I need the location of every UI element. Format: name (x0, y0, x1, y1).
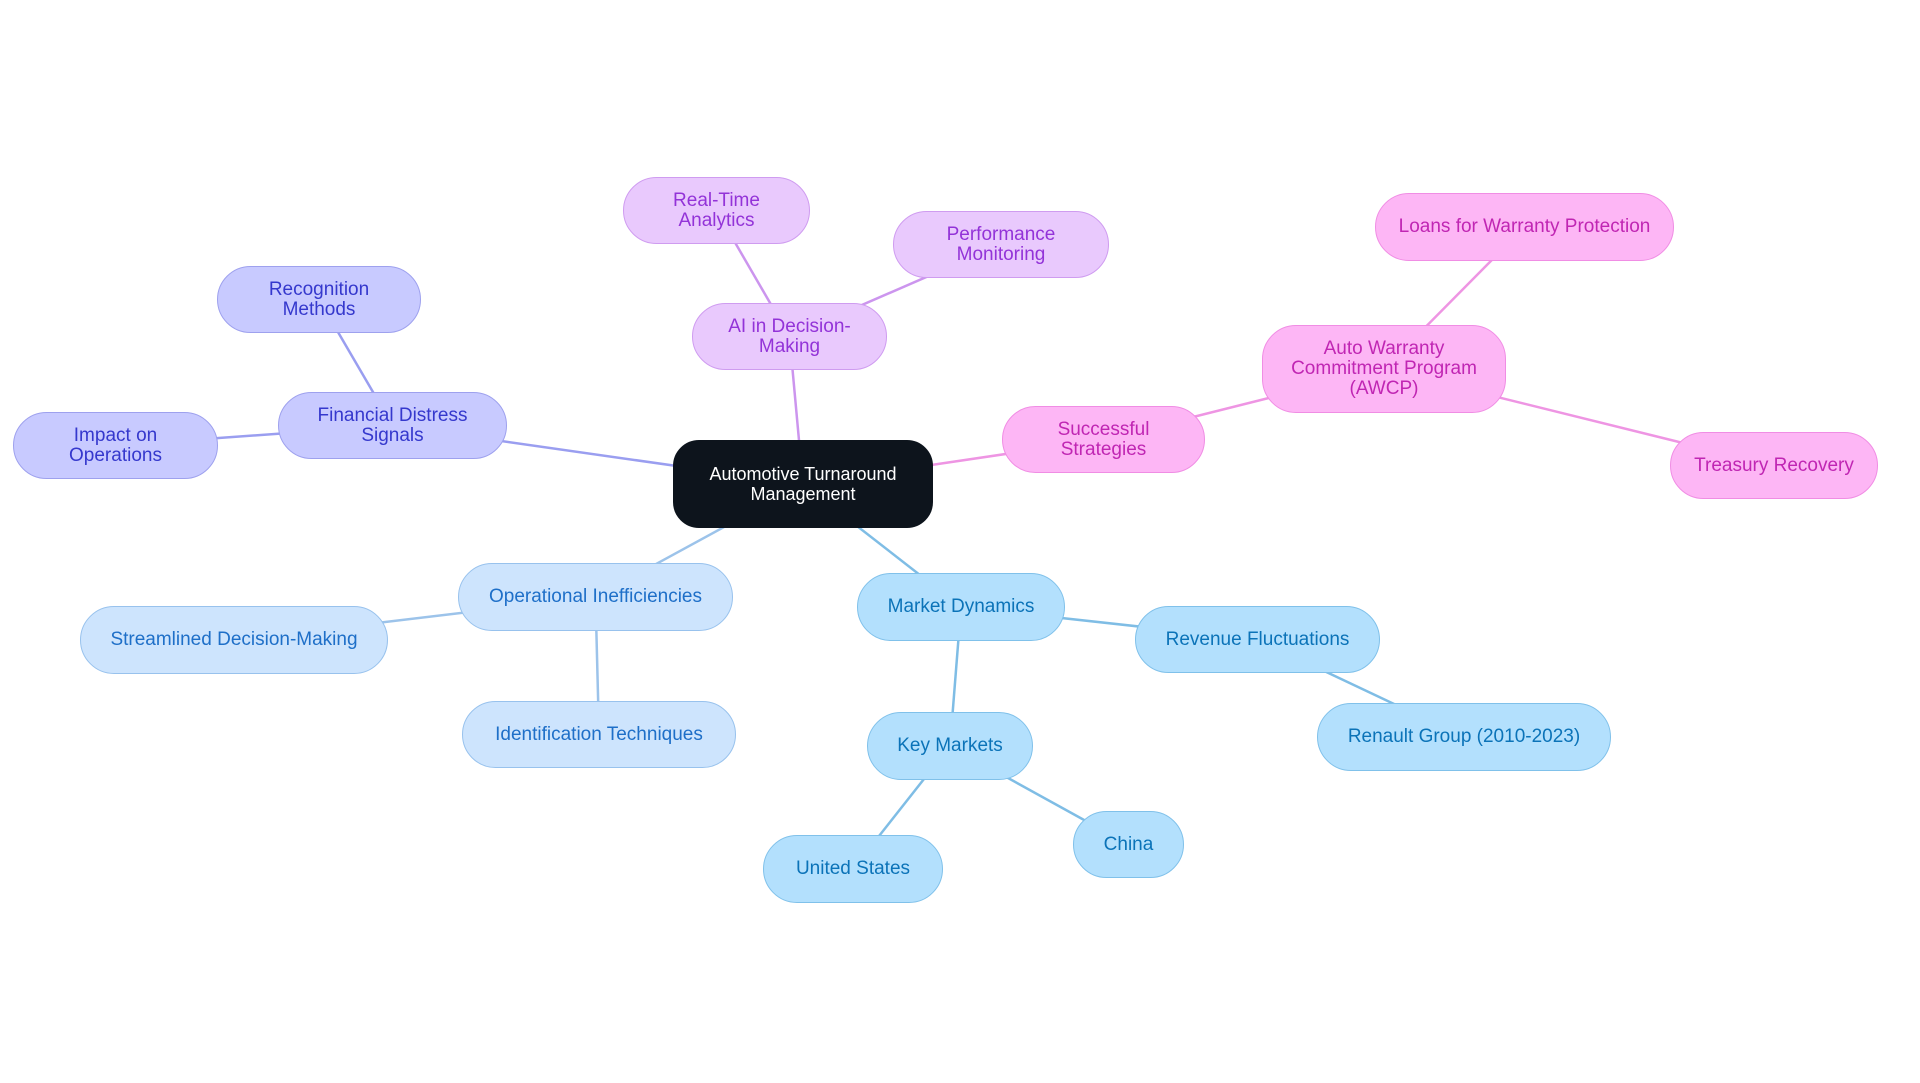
node-united-states[interactable]: United States (763, 835, 943, 903)
node-label: Operational Inefficiencies (489, 586, 702, 607)
node-label: AI in Decision-Making (728, 315, 851, 357)
node-impact-on-operations[interactable]: Impact on Operations (13, 412, 218, 479)
node-label: Treasury Recovery (1694, 454, 1854, 476)
node-label: Recognition Methods (268, 278, 370, 320)
node-renault-group[interactable]: Renault Group (2010-2023) (1317, 703, 1611, 771)
node-label: Revenue Fluctuations (1165, 628, 1350, 650)
node-revenue-fluctuations[interactable]: Revenue Fluctuations (1135, 606, 1380, 673)
edges-layer (115, 209, 1775, 870)
node-label: Identification Techniques (495, 723, 703, 745)
node-key-markets[interactable]: Key Markets (867, 712, 1033, 780)
node-label: United States (795, 858, 911, 879)
node-successful-strategies[interactable]: Successful Strategies (1002, 406, 1205, 473)
node-label: Financial Distress Signals (317, 404, 468, 446)
node-market-dynamics[interactable]: Market Dynamics (857, 573, 1065, 641)
node-operational-inefficiencies[interactable]: Operational Inefficiencies (458, 563, 733, 631)
node-label: Streamlined Decision-Making (110, 629, 358, 650)
node-label: Impact on Operations (69, 424, 162, 466)
node-label: China (1103, 833, 1154, 855)
node-streamlined-decision-making[interactable]: Streamlined Decision-Making (80, 606, 388, 674)
node-label: Auto Warranty Commitment Program (AWCP) (1291, 338, 1477, 399)
node-label: Automotive Turnaround Management (709, 464, 897, 504)
node-awcp[interactable]: Auto Warranty Commitment Program (AWCP) (1262, 325, 1506, 413)
node-identification-techniques[interactable]: Identification Techniques (462, 701, 736, 768)
mindmap-canvas: Automotive Turnaround Management Financi… (0, 0, 1920, 1083)
node-ai-in-decision-making[interactable]: AI in Decision-Making (692, 303, 887, 370)
node-label: Renault Group (2010-2023) (1347, 726, 1581, 747)
node-loans-for-warranty-protection[interactable]: Loans for Warranty Protection (1375, 193, 1674, 261)
node-label: Key Markets (897, 735, 1003, 756)
node-real-time-analytics[interactable]: Real-Time Analytics (623, 177, 810, 244)
node-financial-distress-signals[interactable]: Financial Distress Signals (278, 392, 507, 459)
node-treasury-recovery[interactable]: Treasury Recovery (1670, 432, 1878, 499)
node-label: Successful Strategies (1057, 418, 1150, 460)
node-label: Market Dynamics (887, 596, 1035, 617)
node-recognition-methods[interactable]: Recognition Methods (217, 266, 421, 333)
node-performance-monitoring[interactable]: Performance Monitoring (893, 211, 1109, 278)
node-root[interactable]: Automotive Turnaround Management (673, 440, 933, 528)
node-label: Loans for Warranty Protection (1398, 216, 1651, 237)
node-label: Performance Monitoring (946, 223, 1056, 265)
node-label: Real-Time Analytics (673, 189, 760, 231)
node-china[interactable]: China (1073, 811, 1184, 878)
